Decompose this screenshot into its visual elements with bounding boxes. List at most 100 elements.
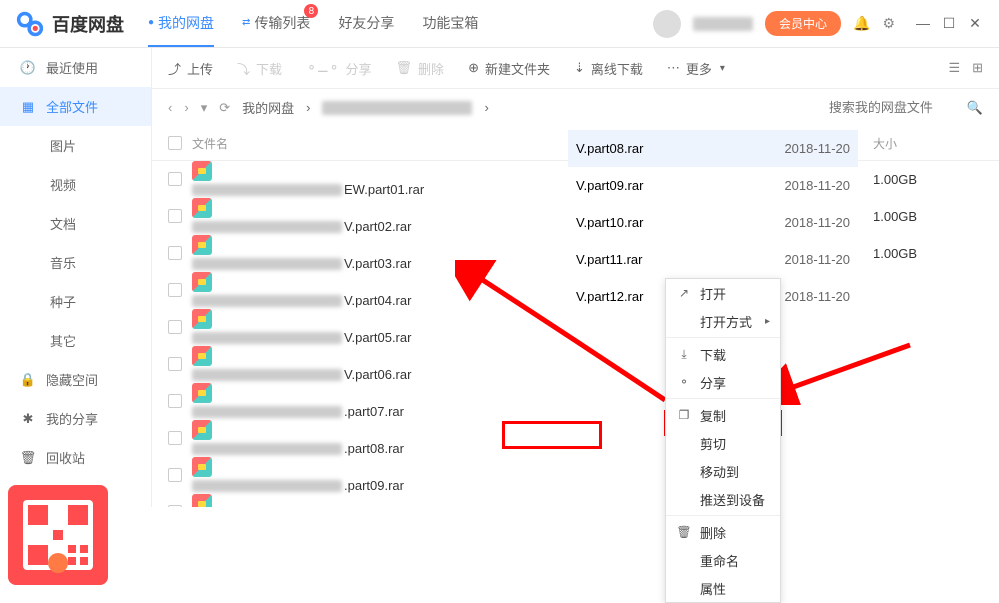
tab-transfer[interactable]: ⇄传输列表8 [242,0,310,47]
menu-cut[interactable]: 剪切 [666,429,780,457]
menu-delete[interactable]: 🗑删除 [666,518,780,546]
row-checkbox[interactable] [168,246,182,260]
menu-copy[interactable]: ❐复制 [666,401,780,429]
minimize-button[interactable]: — [915,15,931,32]
row-checkbox[interactable] [168,283,182,297]
file-size-cell: 1.00GB [873,246,983,261]
filename-suffix: .part07.rar [344,404,404,419]
second-panel-row[interactable]: V.part11.rar 2018-11-20 [568,241,858,278]
nav-forward-button[interactable]: › [184,100,188,115]
vip-button[interactable]: 会员中心 [765,11,841,36]
menu-open[interactable]: ↗打开 [666,279,780,307]
menu-share[interactable]: ⚬分享 [666,368,780,396]
select-all-checkbox[interactable] [168,136,182,150]
transfer-icon: ⇄ [242,17,250,28]
notification-icon[interactable]: 🔔 [853,15,870,32]
top-header: 百度网盘 ●我的网盘 ⇄传输列表8 好友分享 功能宝箱 会员中心 🔔 ⚙ — ☐… [0,0,999,48]
table-row[interactable]: V.part06.rar [152,346,999,383]
row-checkbox[interactable] [168,394,182,408]
menu-download[interactable]: ⤓下载 [666,340,780,368]
sidebar-item-recent[interactable]: 🕐最近使用 [0,48,151,87]
download-icon: ⤓ [676,347,692,362]
menu-move-to[interactable]: 移动到 [666,457,780,485]
new-folder-button[interactable]: ⊕新建文件夹 [468,59,550,78]
table-row[interactable]: .part07.rar [152,383,999,420]
second-panel-row[interactable]: V.part09.rar 2018-11-20 [568,167,858,204]
sidebar-item-myshare[interactable]: ✱我的分享 [0,399,151,438]
search-area: 🔍 [829,100,983,116]
second-panel-row[interactable]: V.part08.rar 2018-11-20 [568,130,858,167]
grid-view-button[interactable]: ⊞ [972,60,983,76]
table-row[interactable]: .part10.rar [152,494,999,508]
second-row-date: 2018-11-20 [784,215,850,230]
table-row[interactable]: .part08.rar [152,420,999,457]
menu-open-with[interactable]: 打开方式▸ [666,307,780,335]
filename-suffix: V.part06.rar [344,367,411,382]
sidebar-item-videos[interactable]: 视频 [0,165,151,204]
file-name-cell: .part09.rar [192,457,718,493]
tab-friend-share[interactable]: 好友分享 [338,0,394,47]
menu-properties[interactable]: 属性 [666,574,780,602]
second-row-date: 2018-11-20 [784,178,850,193]
col-header-size[interactable]: 大小 [873,135,983,152]
nav-dropdown-button[interactable]: ▾ [201,100,208,116]
tab-toolbox[interactable]: 功能宝箱 [422,0,478,47]
qr-code-icon [8,485,108,585]
download-button[interactable]: ⤵下载 [237,59,282,78]
rar-file-icon [192,198,212,218]
clock-icon: 🕐 [20,60,36,76]
second-row-date: 2018-11-20 [784,289,850,304]
breadcrumb-root[interactable]: 我的网盘 [242,98,294,117]
list-view-button[interactable]: ☰ [948,60,960,76]
filename-prefix-blurred [192,406,342,418]
sidebar-item-images[interactable]: 图片 [0,126,151,165]
sidebar-item-hidden[interactable]: 🔒隐藏空间 [0,360,151,399]
maximize-button[interactable]: ☐ [941,15,957,32]
delete-button[interactable]: 🗑删除 [396,59,445,78]
search-icon[interactable]: 🔍 [967,100,983,116]
rar-file-icon [192,420,212,440]
row-checkbox[interactable] [168,357,182,371]
filename-suffix: .part08.rar [344,441,404,456]
nav-refresh-button[interactable]: ⟳ [219,100,230,116]
avatar[interactable] [653,10,681,38]
row-checkbox[interactable] [168,209,182,223]
share-icon: ✱ [20,411,36,427]
toolbar: ⤴上传 ⤵下载 ⚬⚊⚬分享 🗑删除 ⊕新建文件夹 ⇣离线下载 ⋯更多▾ ☰ ⊞ [152,48,999,89]
sidebar-item-docs[interactable]: 文档 [0,204,151,243]
delete-icon: 🗑 [676,525,692,539]
dot-icon: ● [148,17,154,28]
table-row[interactable]: .part09.rar [152,457,999,494]
sidebar-item-torrents[interactable]: 种子 [0,282,151,321]
more-button[interactable]: ⋯更多▾ [667,59,725,78]
sidebar-item-music[interactable]: 音乐 [0,243,151,282]
file-size-cell: 1.00GB [873,209,983,224]
trash-icon: 🗑 [20,450,36,466]
nav-back-button[interactable]: ‹ [168,100,172,115]
second-panel-row[interactable]: V.part10.rar 2018-11-20 [568,204,858,241]
row-checkbox[interactable] [168,320,182,334]
share-icon: ⚬⚊⚬ [306,60,339,76]
more-icon: ⋯ [667,60,680,76]
offline-download-button[interactable]: ⇣离线下载 [574,59,643,78]
sidebar-item-all-files[interactable]: ▦全部文件 [0,87,151,126]
menu-rename[interactable]: 重命名 [666,546,780,574]
username [693,17,753,31]
search-input[interactable] [829,100,959,115]
close-button[interactable]: ✕ [967,15,983,32]
sidebar-item-other[interactable]: 其它 [0,321,151,360]
share-button[interactable]: ⚬⚊⚬分享 [306,59,371,78]
breadcrumb-folder[interactable] [322,101,472,115]
filename-prefix-blurred [192,184,342,196]
filename-prefix-blurred [192,480,342,492]
settings-icon[interactable]: ⚙ [882,15,895,32]
tab-my-pan[interactable]: ●我的网盘 [148,0,214,47]
upload-button[interactable]: ⤴上传 [168,59,213,78]
row-checkbox[interactable] [168,172,182,186]
menu-push-device[interactable]: 推送到设备 [666,485,780,513]
open-icon: ↗ [676,286,692,300]
sidebar-item-trash[interactable]: 🗑回收站 [0,438,151,477]
menu-divider [666,515,780,516]
row-checkbox[interactable] [168,468,182,482]
row-checkbox[interactable] [168,431,182,445]
